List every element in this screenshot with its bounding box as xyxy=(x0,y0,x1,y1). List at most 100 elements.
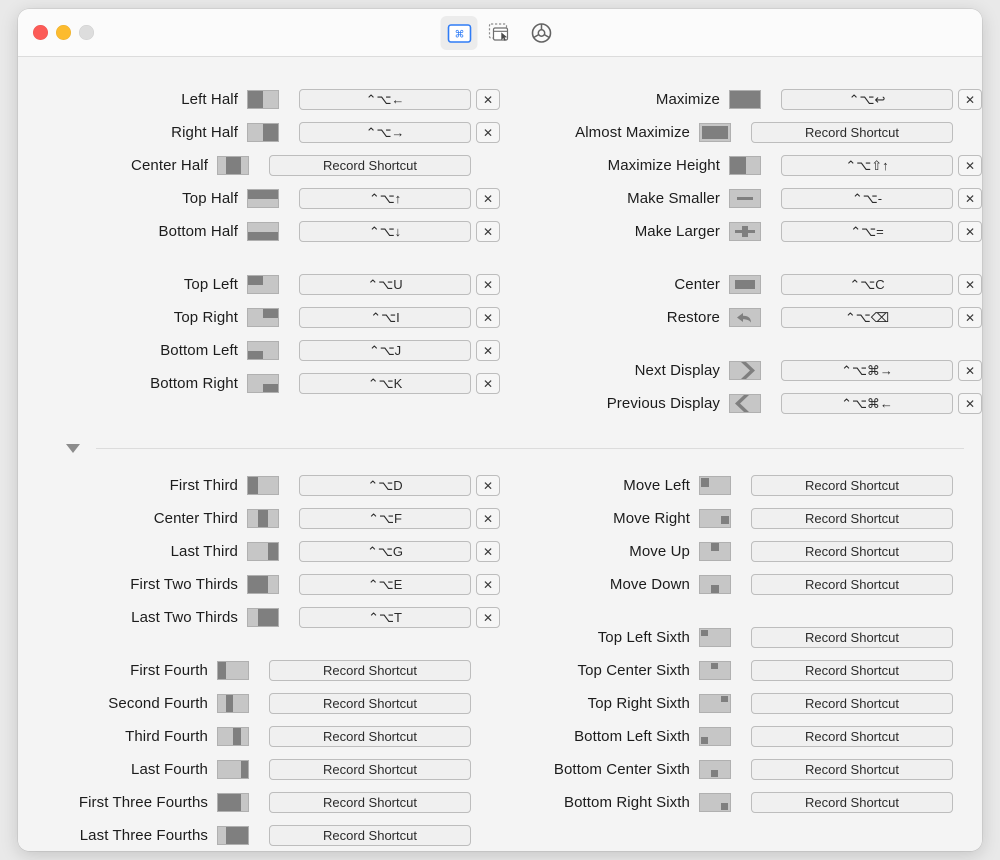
record-shortcut-button[interactable]: Record Shortcut xyxy=(269,825,471,846)
record-shortcut-button[interactable]: Record Shortcut xyxy=(269,660,471,681)
clear-shortcut-button[interactable]: ✕ xyxy=(958,221,982,242)
shortcut-row: Next Display ⌃⌥⌘→ ✕ xyxy=(500,354,982,387)
shortcut-field[interactable]: ⌃⌥← xyxy=(299,89,471,110)
shortcut-field[interactable]: ⌃⌥⌫ xyxy=(781,307,953,328)
record-shortcut-button[interactable]: Record Shortcut xyxy=(751,660,953,681)
clear-shortcut-button[interactable]: ✕ xyxy=(958,155,982,176)
record-shortcut-button[interactable]: Record Shortcut xyxy=(751,475,953,496)
shortcut-control: Record Shortcut ✕ xyxy=(751,759,982,780)
close-button[interactable] xyxy=(33,25,48,40)
clear-shortcut-button[interactable]: ✕ xyxy=(958,393,982,414)
thumb-fill xyxy=(735,280,755,289)
preview-maximize-height-icon xyxy=(729,156,761,175)
record-shortcut-button[interactable]: Record Shortcut xyxy=(269,693,471,714)
shortcut-field[interactable]: ⌃⌥⌘← xyxy=(781,393,953,414)
shortcut-field[interactable]: ⌃⌥= xyxy=(781,221,953,242)
record-shortcut-button[interactable]: Record Shortcut xyxy=(751,726,953,747)
snap-areas-tab[interactable] xyxy=(482,16,519,50)
shortcut-field[interactable]: ⌃⌥I xyxy=(299,307,471,328)
shortcut-field[interactable]: ⌃⌥U xyxy=(299,274,471,295)
clear-shortcut-button[interactable]: ✕ xyxy=(476,541,500,562)
action-label: Move Right xyxy=(613,510,690,527)
action-label: Make Smaller xyxy=(627,190,720,207)
preview-top-left-sixth-icon xyxy=(699,628,731,647)
clear-shortcut-button[interactable]: ✕ xyxy=(958,307,982,328)
record-shortcut-button[interactable]: Record Shortcut xyxy=(269,155,471,176)
zoom-button[interactable] xyxy=(79,25,94,40)
shortcut-control: ⌃⌥I ✕ xyxy=(299,307,500,328)
clear-shortcut-button[interactable]: ✕ xyxy=(476,188,500,209)
general-settings-tab[interactable] xyxy=(523,16,560,50)
record-shortcut-button[interactable]: Record Shortcut xyxy=(269,726,471,747)
shortcut-field[interactable]: ⌃⌥⇧↑ xyxy=(781,155,953,176)
clear-shortcut-button[interactable]: ✕ xyxy=(958,89,982,110)
action-label: Move Up xyxy=(629,543,690,560)
clear-shortcut-button[interactable]: ✕ xyxy=(476,508,500,529)
thumb-fill xyxy=(248,350,263,359)
shortcut-field[interactable]: ⌃⌥↓ xyxy=(299,221,471,242)
shortcut-field[interactable]: ⌃⌥C xyxy=(781,274,953,295)
thumb-fill xyxy=(258,510,268,527)
clear-shortcut-button[interactable]: ✕ xyxy=(958,274,982,295)
thumb-fill xyxy=(248,276,263,285)
preview-maximize-icon xyxy=(729,90,761,109)
clear-shortcut-button[interactable]: ✕ xyxy=(476,574,500,595)
shortcut-field[interactable]: ⌃⌥J xyxy=(299,340,471,361)
clear-shortcut-button[interactable]: ✕ xyxy=(476,122,500,143)
preview-top-right-sixth-icon xyxy=(699,694,731,713)
shortcut-field[interactable]: ⌃⌥K xyxy=(299,373,471,394)
action-label: Center Half xyxy=(131,157,208,174)
shortcut-field[interactable]: ⌃⌥⌘→ xyxy=(781,360,953,381)
record-shortcut-button[interactable]: Record Shortcut xyxy=(751,122,953,143)
lower-columns: First Third ⌃⌥D ✕ Center Third ⌃⌥F ✕ Las… xyxy=(18,463,982,851)
clear-shortcut-button[interactable]: ✕ xyxy=(476,607,500,628)
record-shortcut-button[interactable]: Record Shortcut xyxy=(751,693,953,714)
chevron-right-icon xyxy=(741,362,755,379)
drag-snap-icon xyxy=(488,23,508,41)
shortcut-row: Previous Display ⌃⌥⌘← ✕ xyxy=(500,387,982,420)
record-shortcut-button[interactable]: Record Shortcut xyxy=(751,627,953,648)
minimize-button[interactable] xyxy=(56,25,71,40)
shortcut-field[interactable]: ⌃⌥↑ xyxy=(299,188,471,209)
clear-shortcut-button[interactable]: ✕ xyxy=(476,340,500,361)
keyboard-shortcuts-tab[interactable]: ⌘ xyxy=(440,16,478,50)
preview-bottom-half-icon xyxy=(247,222,279,241)
action-label: Next Display xyxy=(634,362,720,379)
group-halves: Left Half ⌃⌥← ✕ Right Half ⌃⌥→ ✕ Center … xyxy=(18,83,500,248)
shortcut-field[interactable]: ⌃⌥↩ xyxy=(781,89,953,110)
shortcut-field[interactable]: ⌃⌥D xyxy=(299,475,471,496)
svg-text:⌘: ⌘ xyxy=(454,29,464,40)
action-label: Top Left xyxy=(183,276,238,293)
shortcut-field[interactable]: ⌃⌥→ xyxy=(299,122,471,143)
record-shortcut-button[interactable]: Record Shortcut xyxy=(751,792,953,813)
gear-icon xyxy=(531,23,551,43)
shortcut-row: Top Left Sixth Record Shortcut ✕ xyxy=(500,621,982,654)
clear-shortcut-button[interactable]: ✕ xyxy=(476,307,500,328)
action-label: Bottom Right xyxy=(150,375,238,392)
shortcut-field[interactable]: ⌃⌥- xyxy=(781,188,953,209)
preview-second-fourth-icon xyxy=(217,694,249,713)
preview-center-third-icon xyxy=(247,509,279,528)
record-shortcut-button[interactable]: Record Shortcut xyxy=(269,759,471,780)
shortcut-row: Last Two Thirds ⌃⌥T ✕ xyxy=(18,601,500,634)
record-shortcut-button[interactable]: Record Shortcut xyxy=(751,508,953,529)
clear-shortcut-button[interactable]: ✕ xyxy=(476,89,500,110)
record-shortcut-button[interactable]: Record Shortcut xyxy=(269,792,471,813)
clear-shortcut-button[interactable]: ✕ xyxy=(476,475,500,496)
clear-shortcut-button[interactable]: ✕ xyxy=(958,188,982,209)
disclosure-triangle-icon[interactable] xyxy=(66,443,80,453)
clear-shortcut-button[interactable]: ✕ xyxy=(476,274,500,295)
record-shortcut-button[interactable]: Record Shortcut xyxy=(751,574,953,595)
shortcut-control: ⌃⌥↩ ✕ xyxy=(781,89,982,110)
clear-shortcut-button[interactable]: ✕ xyxy=(476,221,500,242)
clear-shortcut-button[interactable]: ✕ xyxy=(958,360,982,381)
record-shortcut-button[interactable]: Record Shortcut xyxy=(751,759,953,780)
shortcut-field[interactable]: ⌃⌥F xyxy=(299,508,471,529)
shortcut-row: Center Third ⌃⌥F ✕ xyxy=(18,502,500,535)
clear-shortcut-button[interactable]: ✕ xyxy=(476,373,500,394)
shortcut-field[interactable]: ⌃⌥E xyxy=(299,574,471,595)
shortcut-field[interactable]: ⌃⌥T xyxy=(299,607,471,628)
shortcut-field[interactable]: ⌃⌥G xyxy=(299,541,471,562)
record-shortcut-button[interactable]: Record Shortcut xyxy=(751,541,953,562)
thumb-fill xyxy=(248,477,258,494)
